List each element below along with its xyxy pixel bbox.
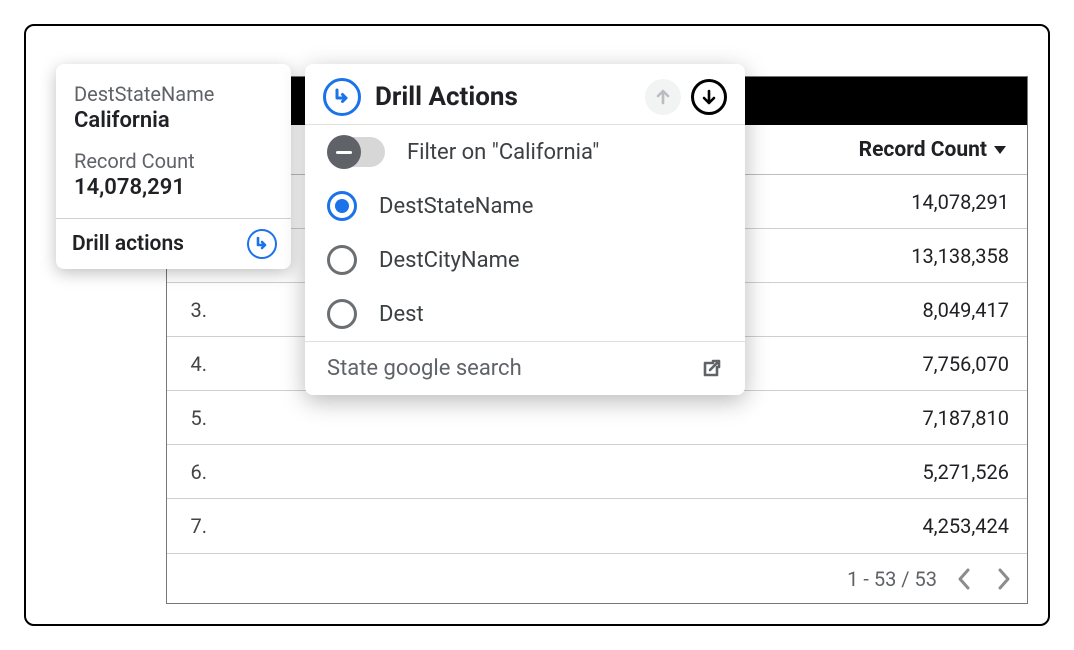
filter-option-label: Filter on "California" <box>407 140 599 165</box>
drill-radio-option[interactable]: DestStateName <box>305 179 745 233</box>
tooltip-field-label: DestStateName <box>74 82 273 106</box>
row-index: 4. <box>167 352 213 376</box>
tooltip-field-value: California <box>74 108 273 133</box>
drill-icon <box>247 229 277 259</box>
column-header-label: Record Count <box>859 138 987 162</box>
drill-option-label: Dest <box>379 302 424 327</box>
drill-panel-title: Drill Actions <box>375 82 518 112</box>
open-external-icon <box>699 357 723 381</box>
drill-up-button[interactable] <box>645 79 681 115</box>
table-row[interactable]: 5. 7,187,810 <box>167 391 1027 445</box>
sort-desc-icon <box>993 145 1007 155</box>
row-index: 5. <box>167 406 213 430</box>
drill-icon <box>323 78 361 116</box>
row-value: 4,253,424 <box>922 514 1027 538</box>
row-index: 3. <box>167 298 213 322</box>
table-row[interactable]: 7. 4,253,424 <box>167 499 1027 553</box>
prev-page-icon[interactable] <box>957 568 971 590</box>
minus-icon <box>327 135 361 169</box>
tooltip-card: DestStateName California Record Count 14… <box>56 64 291 269</box>
tooltip-field-label: Record Count <box>74 149 273 173</box>
drill-down-button[interactable] <box>691 79 727 115</box>
row-value: 13,138,358 <box>911 244 1027 268</box>
drill-radio-option[interactable]: Dest <box>305 287 745 341</box>
toggle-switch[interactable] <box>327 137 385 167</box>
row-value: 14,078,291 <box>911 190 1027 214</box>
page-status: 1 - 53 / 53 <box>847 567 937 591</box>
next-page-icon[interactable] <box>997 568 1011 590</box>
drill-option-label: DestCityName <box>379 248 520 273</box>
drill-option-label: DestStateName <box>379 194 533 219</box>
drill-panel-header: Drill Actions <box>305 64 745 124</box>
drill-actions-label: Drill actions <box>72 232 184 256</box>
drill-actions-panel: Drill Actions Filter on "California" <box>305 64 745 395</box>
filter-toggle-option[interactable]: Filter on "California" <box>305 125 745 179</box>
table-footer: 1 - 53 / 53 <box>167 553 1027 603</box>
radio-selected-icon[interactable] <box>327 191 357 221</box>
row-index: 6. <box>167 460 213 484</box>
column-header-record-count[interactable]: Record Count <box>859 138 1027 162</box>
tooltip-field-value: 14,078,291 <box>74 175 273 200</box>
external-link-option[interactable]: State google search <box>305 341 745 395</box>
row-value: 8,049,417 <box>922 298 1027 322</box>
row-value: 7,756,070 <box>922 352 1027 376</box>
radio-unselected-icon[interactable] <box>327 245 357 275</box>
table-row[interactable]: 6. 5,271,526 <box>167 445 1027 499</box>
external-link-label: State google search <box>327 356 522 381</box>
row-value: 7,187,810 <box>922 406 1027 430</box>
row-index: 7. <box>167 514 213 538</box>
radio-unselected-icon[interactable] <box>327 299 357 329</box>
row-value: 5,271,526 <box>922 460 1027 484</box>
drill-radio-option[interactable]: DestCityName <box>305 233 745 287</box>
drill-actions-button[interactable]: Drill actions <box>56 218 291 269</box>
